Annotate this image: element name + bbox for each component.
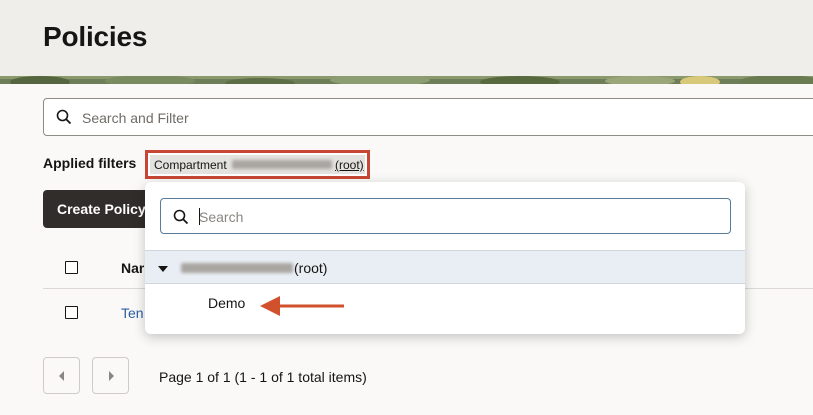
tree-item-root-compartment[interactable]: (root): [145, 250, 745, 284]
caret-down-icon[interactable]: [158, 266, 168, 272]
compartment-search-input[interactable]: Search: [160, 198, 731, 234]
previous-page-button[interactable]: [43, 357, 80, 394]
chevron-left-icon: [59, 371, 64, 381]
filter-chip-body: Compartment (root): [150, 155, 365, 174]
search-icon: [56, 109, 72, 125]
redacted-compartment-name: [181, 263, 293, 273]
redacted-compartment-name: [232, 160, 332, 169]
column-header-name[interactable]: Name: [121, 260, 144, 276]
applied-filters-label: Applied filters: [43, 155, 137, 171]
search-and-filter-input[interactable]: Search and Filter: [43, 98, 813, 136]
policy-name-link[interactable]: Ten: [121, 305, 144, 321]
page-title: Policies: [43, 21, 148, 52]
search-placeholder: Search and Filter: [82, 110, 189, 126]
create-policy-label: Create Policy: [57, 201, 146, 217]
root-compartment-suffix: (root): [294, 260, 328, 276]
select-all-checkbox[interactable]: [65, 261, 78, 274]
compartment-picker-dropdown: Search (root) Demo: [145, 182, 745, 334]
compartment-search-placeholder: Search: [199, 209, 244, 225]
next-page-button[interactable]: [92, 357, 129, 394]
header-banner-image: [0, 76, 813, 84]
search-icon: [173, 209, 189, 225]
row-checkbox[interactable]: [65, 306, 78, 319]
chevron-right-icon: [109, 371, 114, 381]
compartment-filter-chip[interactable]: Compartment (root): [145, 150, 370, 179]
filter-chip-key: Compartment: [154, 158, 227, 172]
filter-chip-value-suffix: (root): [335, 158, 364, 172]
annotation-arrow-icon: [260, 296, 344, 316]
create-policy-button[interactable]: Create Policy: [43, 190, 158, 228]
tree-item-demo[interactable]: Demo: [208, 295, 245, 311]
page-header: Policies: [0, 0, 813, 84]
pagination-summary: Page 1 of 1 (1 - 1 of 1 total items): [159, 369, 367, 385]
